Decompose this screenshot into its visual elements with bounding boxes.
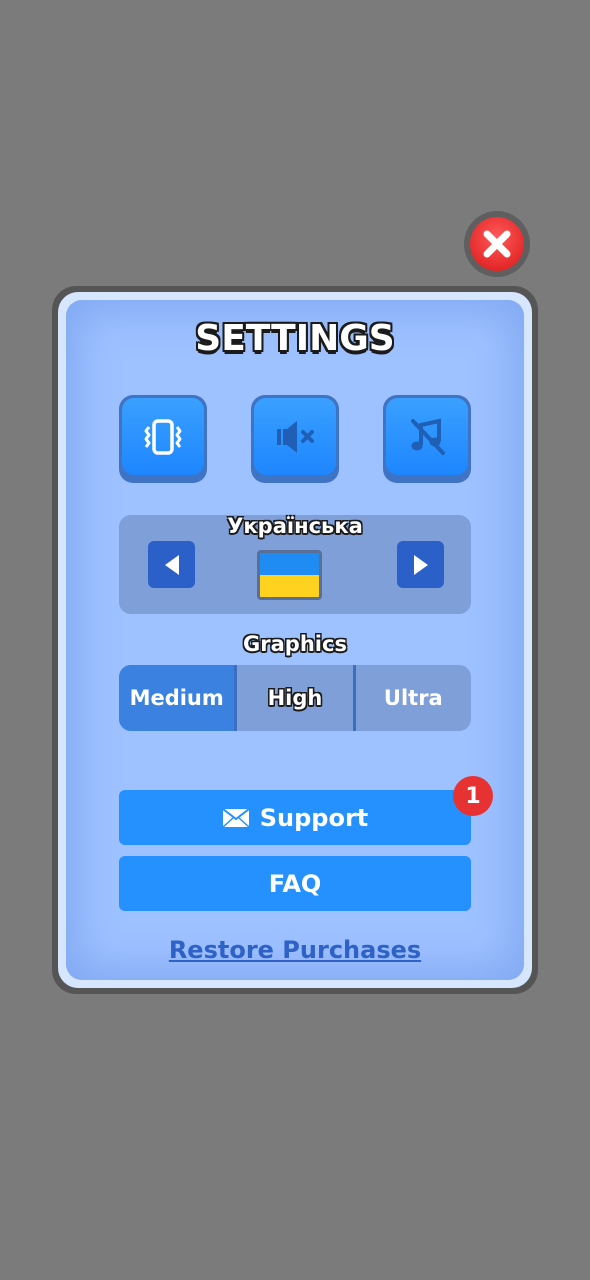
faq-label: FAQ	[268, 869, 322, 898]
ukraine-flag-icon	[257, 550, 322, 600]
sound-toggle-button[interactable]	[251, 395, 339, 483]
support-label: Support	[259, 803, 369, 832]
restore-purchases-link[interactable]: Restore Purchases	[0, 936, 590, 964]
speaker-muted-icon	[277, 420, 314, 453]
graphics-option-ultra[interactable]: Ultra	[356, 665, 471, 731]
language-label: Українська	[227, 514, 363, 538]
language-prev-button[interactable]	[148, 541, 195, 588]
graphics-quality-selector: Medium High Ultra	[119, 665, 471, 731]
graphics-label: Graphics	[243, 632, 347, 656]
close-button[interactable]	[464, 211, 530, 277]
notification-badge: 1	[453, 776, 493, 816]
language-next-button[interactable]	[397, 541, 444, 588]
graphics-option-medium[interactable]: Medium	[119, 665, 235, 731]
page-title: SETTINGS	[195, 318, 395, 359]
music-toggle-button[interactable]	[383, 395, 471, 483]
music-off-icon	[411, 418, 445, 455]
arrow-right-icon	[413, 554, 428, 575]
arrow-left-icon	[164, 554, 179, 575]
close-icon	[470, 217, 524, 271]
vibration-icon	[144, 418, 182, 455]
vibration-toggle-button[interactable]	[119, 395, 207, 483]
support-button[interactable]: Support	[119, 790, 471, 845]
graphics-option-high[interactable]: High	[237, 665, 352, 731]
envelope-icon	[222, 807, 250, 828]
faq-button[interactable]: FAQ	[119, 856, 471, 911]
